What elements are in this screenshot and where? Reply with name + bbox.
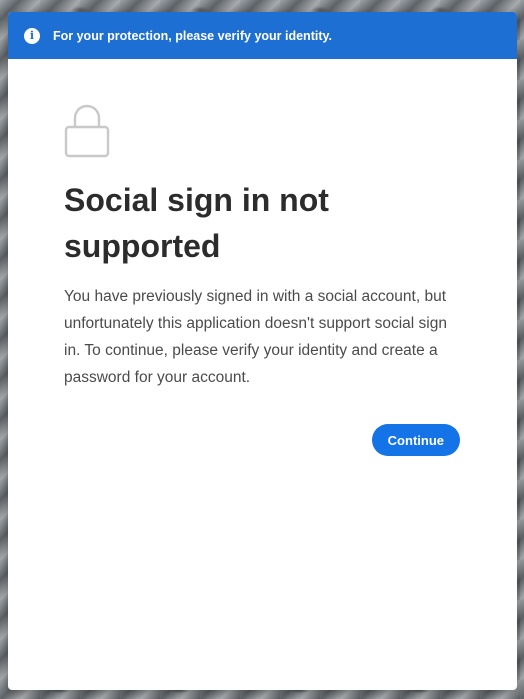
page-title: Social sign in not supported bbox=[64, 182, 329, 264]
dialog-actions: Continue bbox=[64, 424, 461, 456]
message-text: You have previously signed in with a soc… bbox=[64, 288, 447, 386]
banner-text: For your protection, please verify your … bbox=[53, 28, 332, 43]
lock-icon bbox=[64, 104, 110, 158]
verify-identity-dialog: i For your protection, please verify you… bbox=[8, 12, 517, 690]
dialog-content: Social sign in not supported You have pr… bbox=[8, 59, 517, 456]
info-icon: i bbox=[24, 27, 40, 44]
continue-button[interactable]: Continue bbox=[371, 424, 460, 456]
protection-banner: i For your protection, please verify you… bbox=[8, 12, 517, 59]
